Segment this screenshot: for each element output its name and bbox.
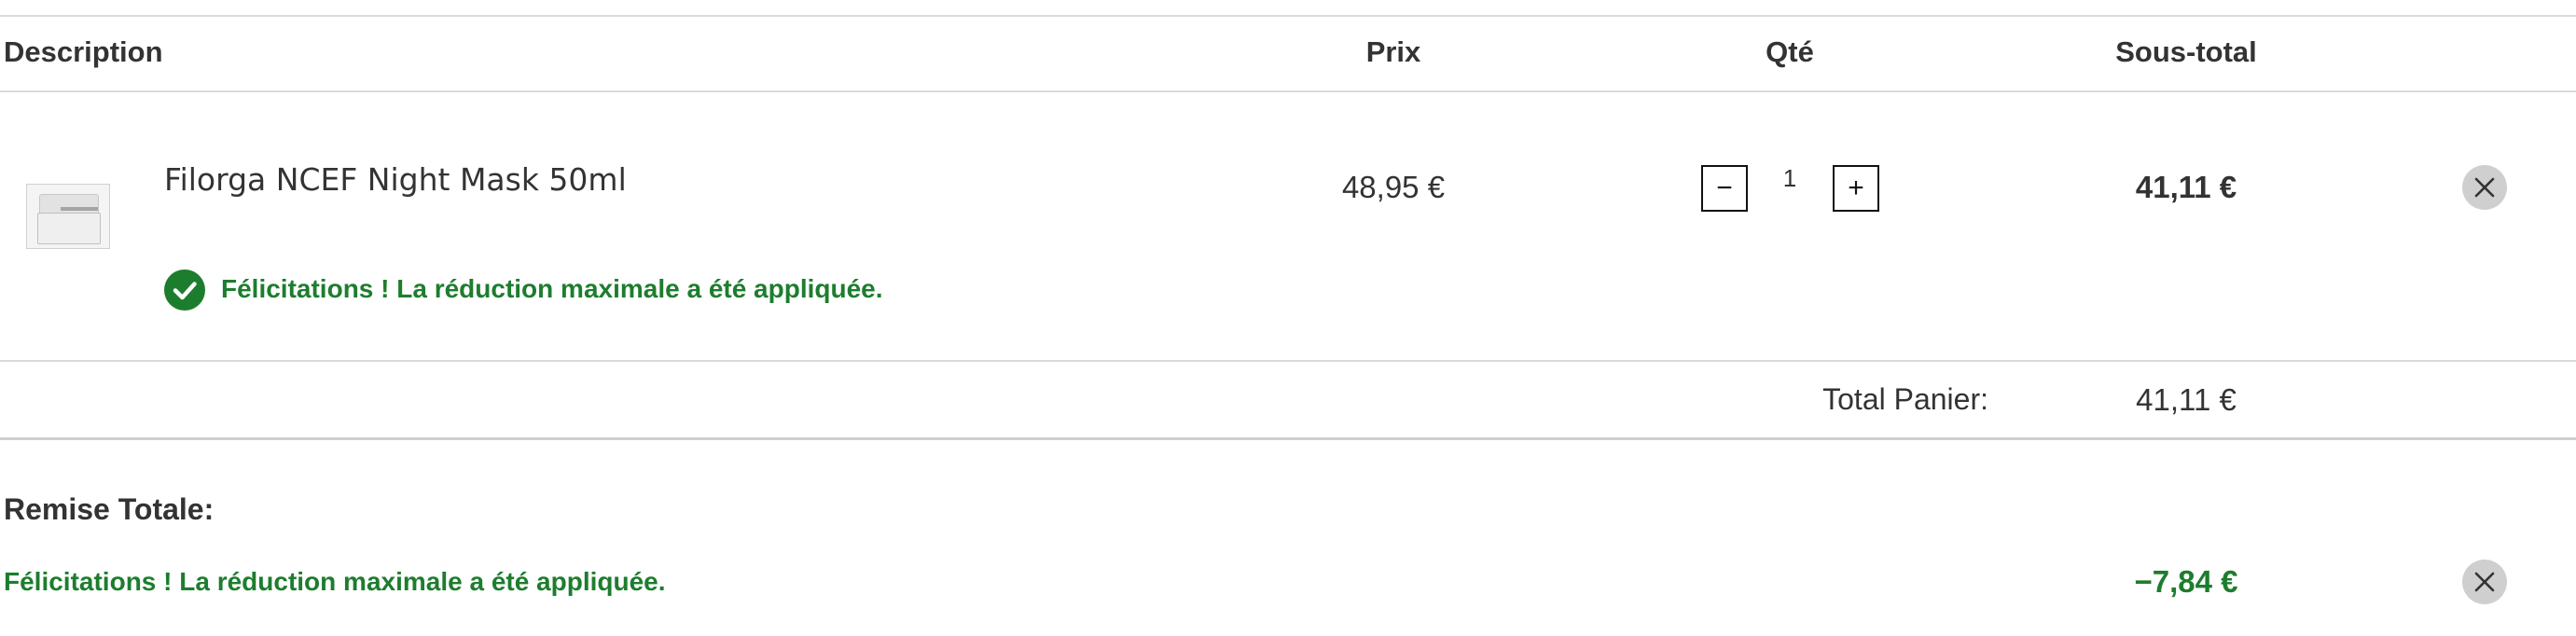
quantity-decrement-button[interactable]: −: [1701, 165, 1748, 212]
discount-applied-message: Félicitations ! La réduction maximale a …: [4, 567, 666, 596]
remove-discount-button[interactable]: [2462, 560, 2507, 604]
remove-item-button[interactable]: [2462, 165, 2507, 210]
unit-price: 48,95 €: [1341, 170, 1446, 204]
close-icon: [2474, 572, 2495, 592]
product-thumbnail[interactable]: [26, 184, 110, 249]
row-divider: [0, 360, 2576, 362]
quantity-increment-button[interactable]: +: [1833, 165, 1879, 212]
column-header-description: Description: [4, 35, 163, 68]
totals-divider: [0, 437, 2576, 440]
quantity-value[interactable]: 1: [1783, 164, 1796, 193]
discount-title: Remise Totale:: [4, 492, 215, 526]
cart-total-value: 41,11 €: [2136, 382, 2237, 417]
column-header-subtotal: Sous-total: [2115, 35, 2257, 68]
header-divider: [0, 90, 2576, 92]
column-header-quantity: Qté: [1766, 35, 1814, 68]
column-header-price: Prix: [1365, 35, 1421, 68]
table-top-divider: [0, 15, 2576, 17]
cart-total-label: Total Panier:: [1822, 382, 1988, 416]
discount-amount: −7,84 €: [2134, 564, 2238, 599]
line-subtotal: 41,11 €: [2135, 170, 2237, 204]
close-icon: [2474, 177, 2495, 198]
discount-success-message: Félicitations ! La réduction maximale a …: [221, 274, 883, 303]
product-name-link[interactable]: Filorga NCEF Night Mask 50ml: [164, 161, 627, 198]
check-circle-icon: [164, 270, 205, 311]
